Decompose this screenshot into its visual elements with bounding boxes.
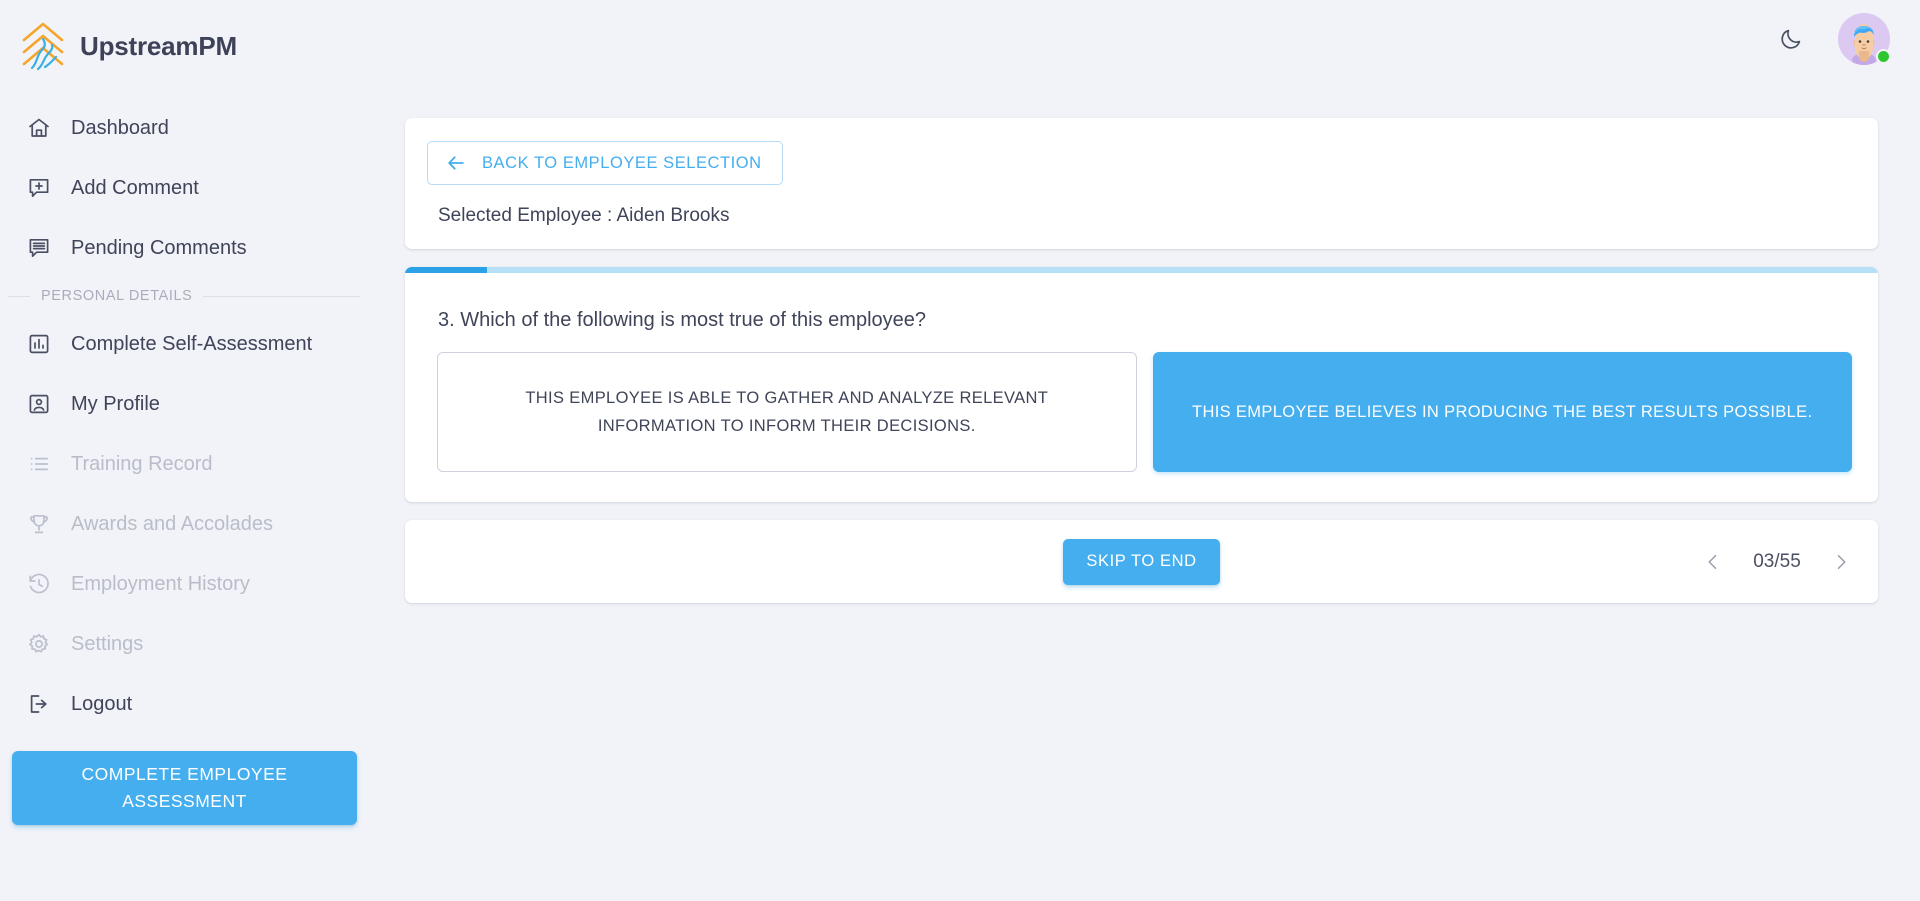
progress-bar-fill	[405, 267, 488, 273]
sidebar-item-label: My Profile	[71, 392, 160, 415]
sidebar-item-dashboard[interactable]: Dashboard	[0, 98, 405, 158]
sidebar-item-label: Logout	[71, 692, 133, 715]
comment-lines-icon	[26, 235, 52, 261]
chevron-right-icon[interactable]	[1830, 549, 1852, 575]
back-to-employee-selection-button[interactable]: BACK TO EMPLOYEE SELECTION	[427, 141, 783, 185]
comment-plus-icon	[26, 175, 52, 201]
arrow-left-icon	[445, 152, 467, 174]
sidebar-item-label: Settings	[71, 632, 144, 655]
sidebar-item-logout[interactable]: Logout	[0, 674, 405, 734]
sidebar-item-training-record: Training Record	[0, 434, 405, 494]
home-icon	[26, 115, 52, 141]
list-icon	[26, 451, 52, 477]
main-content: BACK TO EMPLOYEE SELECTION Selected Empl…	[405, 78, 1920, 901]
brand[interactable]: UpstreamPM	[0, 0, 405, 78]
sidebar-item-awards-and-accolades: Awards and Accolades	[0, 494, 405, 554]
question-card: 3. Which of the following is most true o…	[405, 267, 1878, 502]
question-footer-card: SKIP TO END 03/55	[405, 520, 1878, 603]
answer-options: THIS EMPLOYEE IS ABLE TO GATHER AND ANAL…	[427, 352, 1856, 472]
sidebar-item-complete-self-assessment[interactable]: Complete Self-Assessment	[0, 314, 405, 374]
selected-employee-label: Selected Employee : Aiden Brooks	[438, 205, 730, 226]
sidebar-item-label: Add Comment	[71, 176, 199, 199]
skip-to-end-button[interactable]: SKIP TO END	[1063, 538, 1220, 585]
sidebar-item-label: Pending Comments	[71, 236, 247, 259]
sidebar-item-label: Training Record	[71, 452, 213, 475]
top-header	[405, 0, 1920, 78]
sidebar-item-my-profile[interactable]: My Profile	[0, 374, 405, 434]
employee-selection-card: BACK TO EMPLOYEE SELECTION Selected Empl…	[405, 118, 1878, 249]
sidebar: UpstreamPM Dashboard Add Comment Pending…	[0, 0, 405, 901]
page-counter: 03/55	[1753, 550, 1801, 572]
sidebar-item-label: Complete Self-Assessment	[71, 332, 313, 355]
progress-bar-track	[405, 267, 1878, 273]
complete-employee-assessment-button[interactable]: COMPLETE EMPLOYEE ASSESSMENT	[12, 751, 357, 826]
chevron-left-icon[interactable]	[1702, 549, 1724, 575]
divider-rule-right	[203, 295, 360, 297]
profile-icon	[26, 391, 52, 417]
sidebar-nav: Dashboard Add Comment Pending Comments P…	[0, 98, 405, 826]
answer-option-2[interactable]: THIS EMPLOYEE BELIEVES IN PRODUCING THE …	[1152, 352, 1852, 472]
gear-icon	[26, 631, 52, 657]
back-button-label: BACK TO EMPLOYEE SELECTION	[482, 153, 762, 172]
sidebar-item-label: Awards and Accolades	[71, 512, 273, 535]
app-root: UpstreamPM Dashboard Add Comment Pending…	[0, 0, 1920, 901]
sidebar-section-label: PERSONAL DETAILS	[41, 288, 193, 304]
avatar[interactable]	[1838, 13, 1891, 65]
moon-icon[interactable]	[1774, 22, 1808, 56]
sidebar-item-label: Employment History	[71, 572, 250, 595]
pagination: 03/55	[1702, 549, 1852, 575]
upstream-chevron-logo-icon	[20, 20, 66, 72]
logout-icon	[26, 691, 52, 717]
sidebar-item-employment-history: Employment History	[0, 554, 405, 614]
trophy-icon	[26, 511, 52, 537]
divider-rule-left	[8, 295, 30, 297]
status-badge-online	[1876, 49, 1891, 64]
history-clock-icon	[26, 571, 52, 597]
bar-chart-icon	[26, 331, 52, 357]
sidebar-item-label: Dashboard	[71, 116, 169, 139]
sidebar-item-pending-comments[interactable]: Pending Comments	[0, 218, 405, 278]
answer-option-1[interactable]: THIS EMPLOYEE IS ABLE TO GATHER AND ANAL…	[437, 352, 1137, 472]
question-text: 3. Which of the following is most true o…	[438, 309, 927, 331]
sidebar-section-divider: PERSONAL DETAILS	[0, 278, 360, 314]
sidebar-item-add-comment[interactable]: Add Comment	[0, 158, 405, 218]
brand-name: UpstreamPM	[80, 30, 237, 61]
sidebar-item-settings: Settings	[0, 614, 405, 674]
